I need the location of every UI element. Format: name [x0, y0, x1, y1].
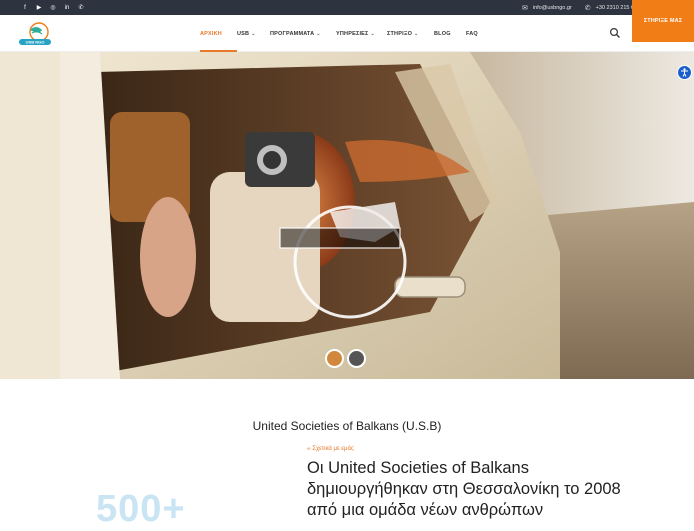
main-header: USB NGO ΑΡΧΙΚΗ USB ⌄ ΠΡΟΓΡΑΜΜΑΤΑ ⌄ ΥΠΗΡΕ… [0, 15, 694, 52]
whatsapp-icon[interactable]: ✆ [77, 4, 85, 12]
about-heading: Οι United Societies of Balkans δημιουργή… [307, 459, 621, 519]
youtube-icon[interactable]: ▶ [35, 4, 43, 12]
nav-item-faq[interactable]: FAQ [466, 15, 486, 52]
dots-icon: ∞ [307, 446, 311, 452]
facebook-icon[interactable]: f [21, 4, 29, 12]
site-logo[interactable]: USB NGO [17, 21, 53, 47]
nav-item-home[interactable]: ΑΡΧΙΚΗ [200, 15, 237, 52]
accessibility-icon [681, 68, 688, 77]
nav-item-label: ΥΠΗΡΕΣΙΕΣ [336, 30, 369, 37]
chevron-down-icon: ⌄ [316, 30, 321, 37]
instagram-icon[interactable]: ◎ [49, 4, 57, 12]
nav-item-label: ΠΡΟΓΡΑΜΜΑΤΑ [270, 30, 315, 37]
top-bar: f ▶ ◎ in ✆ ✉ info@usbngo.gr ✆ +30 2310 2… [0, 0, 694, 15]
nav-item-label: BLOG [434, 30, 451, 37]
slide-dot-1[interactable] [325, 349, 344, 368]
nav-item-programs[interactable]: ΠΡΟΓΡΑΜΜΑΤΑ ⌄ [270, 15, 336, 52]
nav-item-label: FAQ [466, 30, 478, 37]
email-link[interactable]: info@usbngo.gr [533, 5, 572, 11]
hero-slider[interactable] [0, 52, 694, 379]
accessibility-button[interactable] [677, 65, 692, 80]
hero-image [0, 52, 694, 379]
about-label: ∞ Σχετικά με εμάς [307, 446, 354, 452]
phone-icon: ✆ [584, 4, 591, 12]
main-navigation: ΑΡΧΙΚΗ USB ⌄ ΠΡΟΓΡΑΜΜΑΤΑ ⌄ ΥΠΗΡΕΣΙΕΣ ⌄ Σ… [200, 15, 486, 52]
nav-item-usb[interactable]: USB ⌄ [237, 15, 270, 52]
social-links: f ▶ ◎ in ✆ [21, 4, 85, 12]
nav-item-label: USB [237, 30, 250, 37]
svg-text:USB NGO: USB NGO [26, 40, 45, 45]
linkedin-icon[interactable]: in [63, 4, 71, 12]
chevron-down-icon: ⌄ [370, 30, 375, 37]
section-title: United Societies of Balkans (U.S.B) [252, 419, 442, 433]
search-icon[interactable] [609, 27, 621, 39]
nav-item-support[interactable]: ΣΤΗΡΙΞΟ ⌄ [387, 15, 434, 52]
about-label-text: Σχετικά με εμάς [312, 446, 354, 452]
stat-number: 500+ [96, 488, 186, 530]
slide-dot-2[interactable] [347, 349, 366, 368]
nav-item-services[interactable]: ΥΠΗΡΕΣΙΕΣ ⌄ [336, 15, 387, 52]
slider-dots [325, 349, 366, 368]
support-us-button[interactable]: ΣΤΗΡΙΞΕ ΜΑΣ [632, 0, 694, 42]
nav-item-label: ΑΡΧΙΚΗ [200, 30, 222, 37]
chevron-down-icon: ⌄ [251, 30, 256, 37]
mail-icon: ✉ [522, 4, 528, 12]
chevron-down-icon: ⌄ [414, 30, 419, 37]
nav-item-label: ΣΤΗΡΙΞΟ [387, 30, 413, 37]
nav-item-blog[interactable]: BLOG [434, 15, 466, 52]
